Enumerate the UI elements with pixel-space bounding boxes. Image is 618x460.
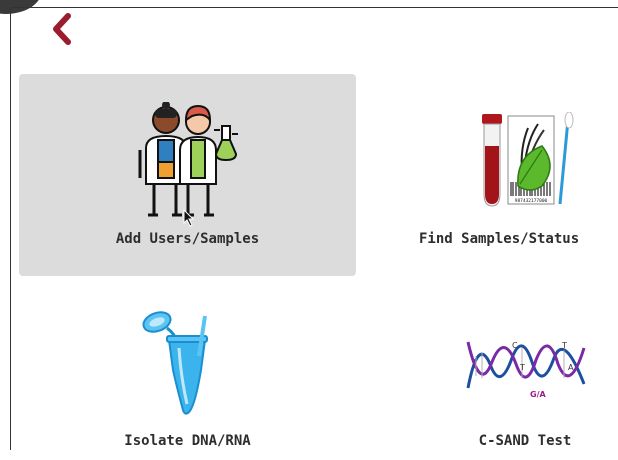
dna-label-ga: G/A: [530, 390, 546, 399]
dna-letter-c: C: [512, 341, 518, 350]
find-samples-status-tile[interactable]: 987432177000 Find Samples/Status: [419, 74, 618, 276]
back-button[interactable]: [48, 12, 78, 48]
isolate-dna-rna-label: Isolate DNA/RNA: [124, 433, 251, 449]
microtube-icon: [142, 311, 208, 415]
scientists-icon: [138, 102, 238, 217]
add-users-samples-label: Add Users/Samples: [115, 231, 260, 247]
add-users-samples-tile[interactable]: Add Users/Samples: [19, 74, 356, 276]
find-samples-status-label: Find Samples/Status: [419, 231, 580, 247]
dna-letter-t2: T: [561, 341, 567, 350]
frame-top-border: [10, 7, 618, 8]
frame-left-border: [10, 7, 11, 450]
c-sand-test-label: C-SAND Test: [478, 433, 572, 449]
dna-letter-t1: T: [519, 363, 525, 372]
isolate-dna-rna-tile[interactable]: Isolate DNA/RNA: [19, 290, 356, 460]
c-sand-test-tile[interactable]: C T T A G/A C-SAND Test: [420, 290, 618, 460]
sample-tube-leaf-icon: 987432177000: [482, 112, 574, 207]
mouse-pointer-icon: [183, 209, 195, 227]
barcode-number: 987432177000: [515, 198, 548, 204]
dna-helix-icon: C T T A G/A: [466, 341, 586, 399]
chevron-left-icon: [53, 13, 71, 45]
dna-letter-a: A: [568, 363, 574, 372]
